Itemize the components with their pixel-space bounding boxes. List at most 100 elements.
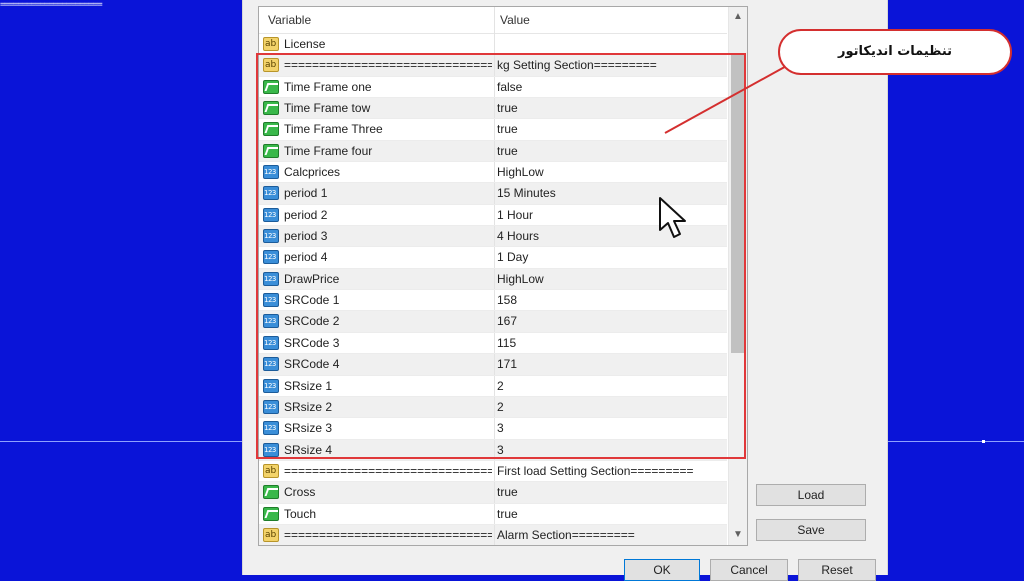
table-row[interactable]: Time Frame tow true bbox=[259, 98, 727, 120]
table-row[interactable]: Time Frame Three true bbox=[259, 119, 727, 141]
variable-value[interactable]: true bbox=[497, 141, 725, 162]
table-row[interactable]: Touch true bbox=[259, 503, 727, 525]
cancel-button[interactable]: Cancel bbox=[710, 559, 788, 581]
number-icon bbox=[263, 186, 279, 201]
variable-name: Cross bbox=[284, 485, 316, 500]
table-row[interactable]: ================================ kg Setti… bbox=[259, 55, 727, 77]
table-row[interactable]: ================================ Alarm Se… bbox=[259, 524, 727, 545]
column-divider bbox=[494, 55, 495, 76]
number-icon bbox=[263, 229, 279, 244]
variable-value[interactable]: 167 bbox=[497, 311, 725, 332]
ab-string-icon bbox=[263, 37, 279, 51]
table-row[interactable]: Calcprices HighLow bbox=[259, 162, 727, 184]
variable-name: period 1 bbox=[284, 186, 328, 201]
table-row[interactable]: SRCode 2 167 bbox=[259, 311, 727, 333]
variable-value[interactable]: true bbox=[497, 98, 725, 119]
column-header-value[interactable]: Value bbox=[500, 7, 530, 33]
load-button[interactable]: Load bbox=[756, 484, 866, 506]
variable-value[interactable]: HighLow bbox=[497, 269, 725, 290]
variable-value[interactable]: 171 bbox=[497, 354, 725, 375]
variable-name: period 3 bbox=[284, 229, 328, 244]
variable-value[interactable]: 1 Hour bbox=[497, 205, 725, 226]
background-dashes: ======================= bbox=[0, 2, 103, 8]
variable-name: SRCode 1 bbox=[284, 293, 340, 308]
ok-button[interactable]: OK bbox=[624, 559, 700, 581]
table-row[interactable]: SRCode 3 115 bbox=[259, 332, 727, 355]
variable-name: ================================ bbox=[284, 527, 492, 542]
column-divider bbox=[494, 162, 495, 183]
column-divider bbox=[494, 290, 495, 311]
column-divider bbox=[494, 183, 495, 204]
column-divider bbox=[494, 332, 495, 354]
table-row[interactable]: Time Frame four true bbox=[259, 140, 727, 163]
variable-value[interactable]: 1 Day bbox=[497, 247, 725, 268]
variable-value[interactable]: false bbox=[497, 77, 725, 98]
column-divider bbox=[494, 76, 495, 98]
table-row[interactable]: DrawPrice HighLow bbox=[259, 268, 727, 291]
table-row[interactable]: SRCode 1 158 bbox=[259, 290, 727, 312]
variable-value[interactable]: Alarm Section========= bbox=[497, 525, 725, 545]
table-row[interactable]: SRsize 1 2 bbox=[259, 375, 727, 397]
column-divider bbox=[494, 311, 495, 332]
scroll-up-icon[interactable]: ▲ bbox=[729, 7, 747, 27]
column-header-variable[interactable]: Variable bbox=[268, 7, 311, 33]
table-row[interactable]: Cross true bbox=[259, 482, 727, 504]
table-row[interactable]: License bbox=[259, 34, 727, 56]
variable-name: SRCode 3 bbox=[284, 335, 340, 350]
reset-button[interactable]: Reset bbox=[798, 559, 876, 581]
variable-name: SRCode 4 bbox=[284, 357, 340, 372]
variable-value[interactable]: HighLow bbox=[497, 162, 725, 183]
variable-value[interactable]: 3 bbox=[497, 418, 725, 439]
vertical-scrollbar[interactable]: ▲ ▼ bbox=[728, 7, 747, 545]
variable-value[interactable]: 158 bbox=[497, 290, 725, 311]
column-divider bbox=[494, 418, 495, 439]
number-icon bbox=[263, 442, 279, 457]
column-divider bbox=[494, 98, 495, 119]
background-chart-line bbox=[0, 441, 242, 442]
variable-value[interactable]: true bbox=[497, 482, 725, 503]
variable-value[interactable]: 2 bbox=[497, 397, 725, 418]
number-icon bbox=[263, 357, 279, 372]
variable-value[interactable]: 115 bbox=[497, 333, 725, 354]
table-row[interactable]: SRsize 2 2 bbox=[259, 396, 727, 419]
variable-name: Calcprices bbox=[284, 165, 341, 180]
background-chart-line bbox=[886, 441, 1024, 442]
inputs-grid: Variable Value License ==================… bbox=[258, 6, 748, 546]
variable-value[interactable]: true bbox=[497, 504, 725, 525]
scroll-thumb[interactable] bbox=[731, 53, 744, 353]
table-row[interactable]: Time Frame one false bbox=[259, 76, 727, 99]
save-button[interactable]: Save bbox=[756, 519, 866, 541]
variable-value[interactable]: 4 Hours bbox=[497, 226, 725, 247]
variable-value[interactable]: 3 bbox=[497, 440, 725, 461]
variable-value[interactable]: kg Setting Section========= bbox=[497, 55, 725, 76]
variable-value[interactable]: 2 bbox=[497, 376, 725, 397]
variable-name: DrawPrice bbox=[284, 271, 340, 286]
number-icon bbox=[263, 293, 279, 308]
bool-icon bbox=[263, 101, 279, 116]
bool-icon bbox=[263, 122, 279, 137]
column-divider[interactable] bbox=[494, 7, 495, 34]
variable-name: Time Frame Three bbox=[284, 122, 383, 137]
variable-name: Touch bbox=[284, 506, 317, 521]
table-row[interactable]: SRsize 4 3 bbox=[259, 439, 727, 461]
variable-value[interactable]: First load Setting Section========= bbox=[497, 461, 725, 482]
number-icon bbox=[263, 335, 279, 350]
column-divider bbox=[494, 439, 495, 460]
variable-value[interactable]: 15 Minutes bbox=[497, 183, 725, 204]
annotation-callout: تنظیمات اندیکاتور bbox=[778, 29, 1012, 75]
table-row[interactable]: period 4 1 Day bbox=[259, 247, 727, 269]
variable-name: SRsize 4 bbox=[284, 442, 333, 457]
variable-name: ================================ bbox=[284, 58, 492, 73]
variable-name: Time Frame one bbox=[284, 79, 372, 94]
variable-name: period 2 bbox=[284, 207, 328, 222]
scroll-down-icon[interactable]: ▼ bbox=[729, 525, 747, 545]
table-row[interactable]: SRCode 4 171 bbox=[259, 354, 727, 376]
ab-string-icon bbox=[263, 463, 279, 478]
column-divider bbox=[494, 354, 495, 375]
table-row[interactable]: SRsize 3 3 bbox=[259, 418, 727, 440]
variable-name: SRsize 3 bbox=[284, 421, 333, 436]
bool-icon bbox=[263, 79, 279, 94]
variable-value[interactable]: true bbox=[497, 119, 725, 140]
column-divider bbox=[494, 226, 495, 247]
table-row[interactable]: ================================ First lo… bbox=[259, 460, 727, 483]
